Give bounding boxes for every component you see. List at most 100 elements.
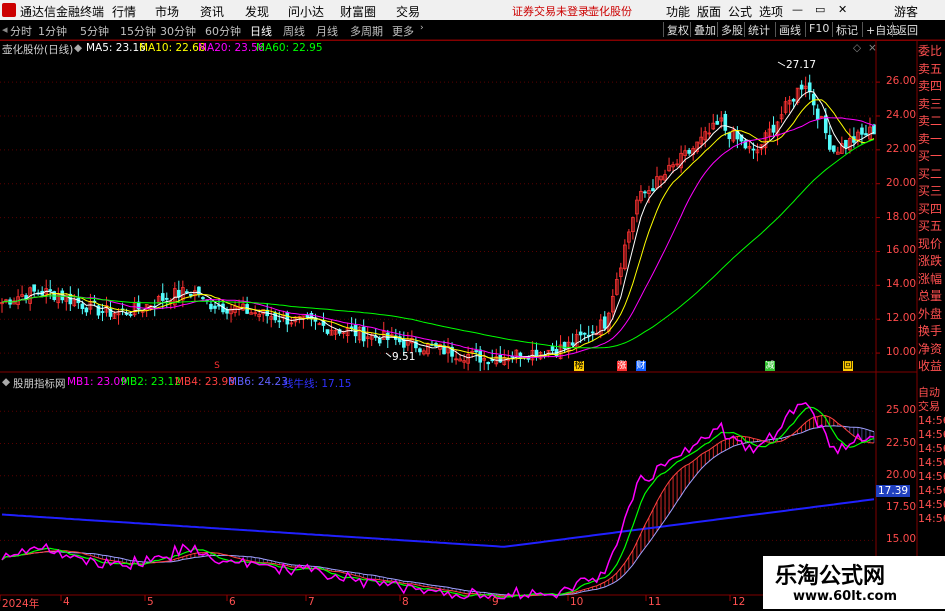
btn-fuquan[interactable]: 复权 [663, 22, 692, 37]
btn-diejia[interactable]: 叠加 [690, 22, 719, 37]
more-chevron-icon[interactable]: › [420, 23, 424, 33]
period-30min[interactable]: 30分钟 [160, 23, 196, 39]
trade-side-item[interactable]: 交易 [918, 400, 945, 414]
menu-item-gongshi[interactable]: 公式 [728, 3, 752, 20]
event-badge-s[interactable]: S [212, 361, 222, 371]
chart-settings-icon[interactable]: ◆ [74, 42, 82, 54]
quote-side-item[interactable]: 换手 [918, 323, 945, 341]
period-15min[interactable]: 15分钟 [120, 23, 156, 39]
niuxian-label: 线牛线: 17.15 [283, 378, 352, 390]
user-label[interactable]: 游客 [894, 3, 918, 20]
settings-icon[interactable]: ◇ [853, 42, 861, 54]
sub-settings-icon[interactable]: ◆ [2, 376, 10, 388]
menu-item-gongneng[interactable]: 功能 [666, 3, 690, 20]
quote-side-item[interactable]: 委比 [918, 43, 945, 61]
trade-side-item[interactable]: 14:56 [918, 470, 945, 484]
quote-side-item[interactable]: 买二 [918, 166, 945, 184]
btn-f10[interactable]: F10 [805, 22, 832, 37]
candle [470, 350, 474, 353]
menu-item-wenxiaoda[interactable]: 问小达 [288, 3, 324, 20]
high-price-label: 27.17 [786, 59, 817, 71]
candle [164, 297, 169, 300]
quote-side-item[interactable]: 买三 [918, 183, 945, 201]
close-icon[interactable]: ✕ [838, 3, 847, 16]
quote-side-item[interactable]: 外盘 [918, 306, 945, 324]
period-daily[interactable]: 日线 [250, 23, 272, 39]
quote-side-item[interactable]: 卖四 [918, 78, 945, 96]
trade-side-item[interactable]: 14:56 [918, 484, 945, 498]
trade-side-item[interactable]: 14:56 [918, 456, 945, 470]
menu-item-xuanxiang[interactable]: 选项 [759, 3, 783, 20]
period-more[interactable]: 更多 [392, 23, 414, 39]
trade-login-status[interactable]: 证券交易未登录 [512, 3, 589, 19]
period-weekly[interactable]: 周线 [283, 23, 305, 39]
period-monthly[interactable]: 月线 [316, 23, 338, 39]
main-y-tick: 24.00 [886, 108, 917, 121]
candle [852, 136, 856, 143]
trade-side-item[interactable]: 14:56 [918, 428, 945, 442]
candle [771, 124, 776, 133]
candle [402, 338, 406, 348]
btn-tongji[interactable]: 统计 [744, 22, 773, 37]
trade-side-item[interactable]: 14:56 [918, 442, 945, 456]
candle [711, 122, 716, 130]
candle [743, 140, 748, 149]
quote-side-item[interactable]: 卖三 [918, 96, 945, 114]
period-5min[interactable]: 5分钟 [80, 23, 109, 39]
menu-item-jiaoyi[interactable]: 交易 [396, 3, 420, 20]
quote-side-item[interactable]: 总量 [918, 288, 945, 306]
quote-side-item[interactable]: 卖一 [918, 131, 945, 149]
candle [715, 121, 720, 125]
menu-item-shichang[interactable]: 市场 [155, 3, 179, 20]
btn-fanhui[interactable]: 返回 [892, 22, 921, 37]
candle [337, 329, 342, 334]
quote-side-item[interactable]: 涨跌 [918, 253, 945, 271]
event-badge-hui[interactable]: 回 [843, 361, 853, 371]
close-chart-icon[interactable]: × [868, 42, 877, 54]
event-badge-cai[interactable]: 财 [636, 361, 646, 371]
quote-side-item[interactable]: 净资 [918, 341, 945, 359]
menu-item-banmian[interactable]: 版面 [697, 3, 721, 20]
collapse-icon[interactable]: ◂ [2, 23, 8, 36]
restore-icon[interactable]: ▭ [815, 3, 825, 16]
candle [799, 84, 804, 90]
candle [619, 267, 623, 277]
quote-side-item[interactable]: 买五 [918, 218, 945, 236]
candle [269, 316, 274, 320]
candle [586, 334, 591, 337]
trade-side-item[interactable]: 14:56 [918, 414, 945, 428]
candle [663, 174, 667, 181]
period-fenshi[interactable]: 分时 [10, 23, 32, 39]
candle [703, 131, 708, 141]
candle [590, 331, 595, 334]
mb2-label: MB2: 23.12 [121, 376, 181, 388]
quote-side-item[interactable]: 买一 [918, 148, 945, 166]
menu-item-hangqing[interactable]: 行情 [112, 3, 136, 20]
candle [474, 350, 478, 353]
btn-biaoji[interactable]: 标记 [832, 22, 861, 37]
menu-item-caifuquan[interactable]: 财富圈 [340, 3, 376, 20]
trade-side-item[interactable]: 14:56 [918, 512, 945, 526]
period-multi[interactable]: 多周期 [350, 23, 383, 39]
minimize-icon[interactable]: — [792, 3, 803, 16]
period-1min[interactable]: 1分钟 [38, 23, 67, 39]
quote-side-item[interactable]: 收益 [918, 358, 945, 376]
btn-huaxian[interactable]: 画线 [775, 22, 804, 37]
candle [394, 335, 398, 340]
quote-side-item[interactable]: 卖二 [918, 113, 945, 131]
period-60min[interactable]: 60分钟 [205, 23, 241, 39]
trade-side-item[interactable]: 14:56 [918, 498, 945, 512]
event-badge-zhang[interactable]: 涨 [617, 361, 627, 371]
event-badge-jian[interactable]: 减 [765, 361, 775, 371]
trade-side-item[interactable]: 自动 [918, 386, 945, 400]
quote-side-item[interactable]: 涨幅 [918, 271, 945, 289]
menu-item-faxian[interactable]: 发现 [245, 3, 269, 20]
menu-item-zixun[interactable]: 资讯 [200, 3, 224, 20]
btn-duogu[interactable]: 多股 [717, 22, 746, 37]
event-badge-bang[interactable]: 榜 [574, 361, 584, 371]
quote-side-item[interactable]: 卖五 [918, 61, 945, 79]
kline-chart[interactable] [0, 0, 945, 609]
quote-side-item[interactable]: 买四 [918, 201, 945, 219]
quote-side-item[interactable]: 现价 [918, 236, 945, 254]
candle [582, 332, 587, 335]
